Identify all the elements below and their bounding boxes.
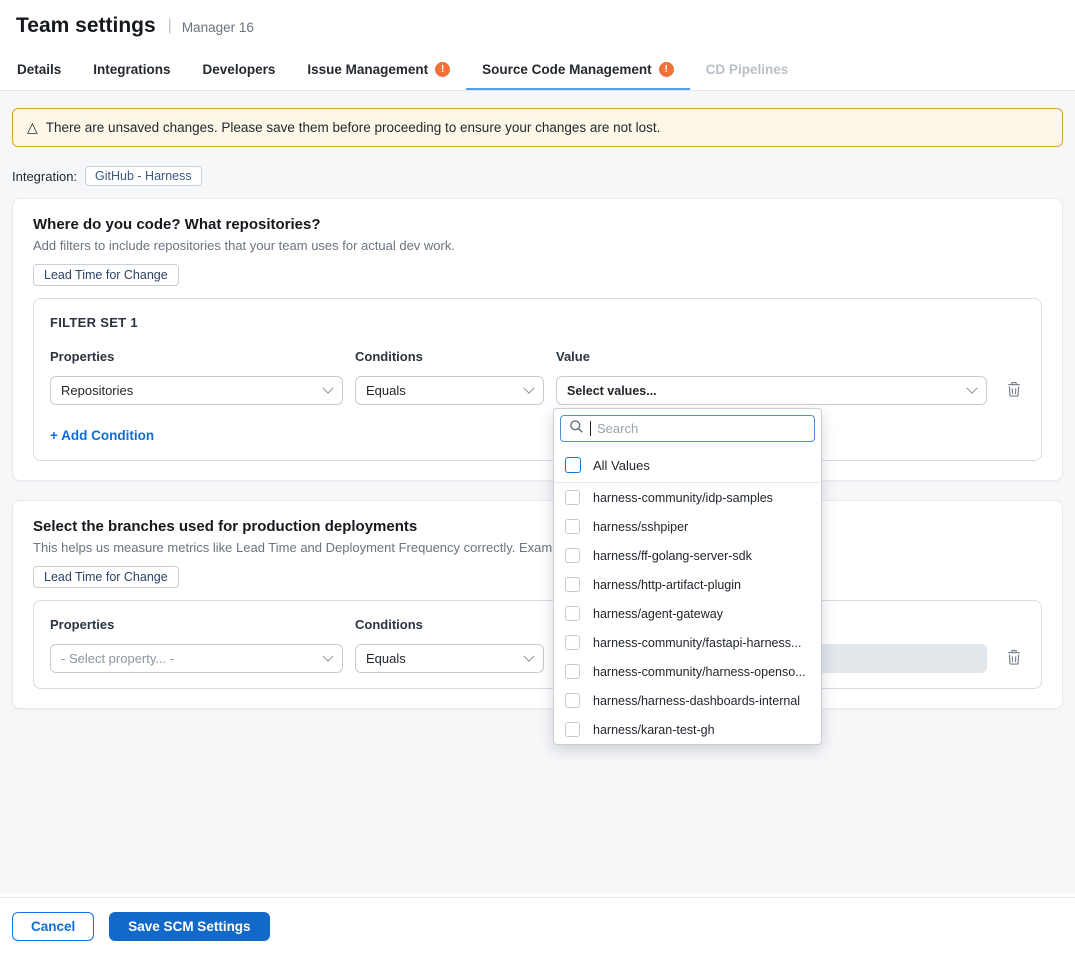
filter-column-headers: Properties Conditions — [50, 617, 1025, 632]
cancel-button[interactable]: Cancel — [12, 912, 94, 941]
title-separator: | — [168, 17, 172, 35]
checkbox-icon[interactable] — [565, 635, 580, 650]
chevron-down-icon — [322, 650, 333, 661]
properties-header: Properties — [50, 617, 343, 632]
filter-column-headers: Properties Conditions Value — [50, 349, 1025, 364]
checkbox-icon[interactable] — [565, 606, 580, 621]
all-values-option[interactable]: All Values — [554, 448, 821, 483]
repositories-card-title: Where do you code? What repositories? — [33, 216, 1042, 233]
repositories-card: Where do you code? What repositories? Ad… — [12, 198, 1063, 481]
lead-time-tag: Lead Time for Change — [33, 566, 179, 588]
banner-text: There are unsaved changes. Please save t… — [46, 120, 661, 135]
dropdown-option[interactable]: harness/karan-test-gh — [554, 715, 821, 744]
dropdown-option[interactable]: harness-community/fastapi-harness... — [554, 628, 821, 657]
chevron-down-icon — [322, 382, 333, 393]
dropdown-option[interactable]: harness/ff-golang-server-sdk — [554, 541, 821, 570]
checkbox-icon[interactable] — [565, 722, 580, 737]
lead-time-tag: Lead Time for Change — [33, 264, 179, 286]
tab-source-code-management[interactable]: Source Code Management ! — [466, 50, 690, 90]
unsaved-changes-banner: △️‍ There are unsaved changes. Please sa… — [12, 108, 1063, 147]
page-header: Team settings | Manager 16 — [0, 0, 1075, 50]
conditions-header: Conditions — [355, 617, 544, 632]
text-caret — [590, 421, 591, 436]
page-title: Team settings — [16, 14, 156, 38]
values-dropdown-popup: All Values harness-community/idp-samples… — [553, 408, 822, 745]
filter-row: - Select property... - Equals — [50, 644, 1025, 673]
delete-filter-button[interactable] — [1006, 376, 1022, 405]
checkbox-icon[interactable] — [565, 664, 580, 679]
checkbox-icon[interactable] — [565, 577, 580, 592]
condition-select[interactable]: Equals — [355, 644, 544, 673]
page-subtitle: Manager 16 — [182, 17, 254, 35]
add-condition-link[interactable]: + Add Condition — [50, 428, 154, 443]
dropdown-option[interactable]: harness/harness-dashboards-internal — [554, 686, 821, 715]
property-select[interactable]: - Select property... - — [50, 644, 343, 673]
checkbox-icon[interactable] — [565, 519, 580, 534]
value-header: Value — [556, 349, 987, 364]
trash-icon — [1006, 649, 1022, 669]
dropdown-option[interactable]: harness-community/idp-samples — [554, 483, 821, 512]
checkbox-icon[interactable] — [565, 693, 580, 708]
tab-issue-management[interactable]: Issue Management ! — [291, 50, 466, 90]
filter-set-panel: FILTER SET 1 Properties Conditions Value… — [33, 298, 1042, 461]
chevron-down-icon — [966, 382, 977, 393]
warning-badge-icon: ! — [659, 62, 674, 77]
dropdown-option[interactable]: harness-community/harness-openso... — [554, 657, 821, 686]
checkbox-icon[interactable] — [565, 548, 580, 563]
dropdown-option[interactable]: harness/sshpiper — [554, 512, 821, 541]
tab-details[interactable]: Details — [1, 50, 77, 90]
value-multiselect[interactable]: Select values... — [556, 376, 987, 405]
warning-badge-icon: ! — [435, 62, 450, 77]
branches-card: Select the branches used for production … — [12, 500, 1063, 709]
tab-cd-pipelines: CD Pipelines — [690, 50, 805, 90]
dropdown-option[interactable]: harness/http-artifact-plugin — [554, 570, 821, 599]
branches-filter-panel: Properties Conditions - Select property.… — [33, 600, 1042, 689]
properties-header: Properties — [50, 349, 343, 364]
dropdown-search[interactable] — [560, 415, 815, 442]
tab-integrations[interactable]: Integrations — [77, 50, 186, 90]
property-select[interactable]: Repositories — [50, 376, 343, 405]
integration-row: Integration: GitHub - Harness — [12, 166, 1063, 186]
repositories-card-subtitle: Add filters to include repositories that… — [33, 238, 1042, 253]
trash-icon — [1006, 381, 1022, 401]
dropdown-option[interactable]: harness/… — [554, 744, 821, 745]
dropdown-option[interactable]: harness/agent-gateway — [554, 599, 821, 628]
filter-row: Repositories Equals Select values... — [50, 376, 1025, 405]
footer-bar: Cancel Save SCM Settings — [0, 897, 1075, 954]
integration-label: Integration: — [12, 169, 77, 184]
tab-bar: Details Integrations Developers Issue Ma… — [0, 50, 1075, 91]
warning-triangle-icon: △️‍ — [27, 119, 38, 136]
chevron-down-icon — [523, 382, 534, 393]
delete-filter-button[interactable] — [1006, 644, 1022, 673]
checkbox-icon[interactable] — [565, 490, 580, 505]
conditions-header: Conditions — [355, 349, 544, 364]
search-input[interactable] — [597, 421, 806, 436]
integration-chip[interactable]: GitHub - Harness — [85, 166, 202, 186]
checkbox-icon[interactable] — [565, 457, 581, 473]
condition-select[interactable]: Equals — [355, 376, 544, 405]
branches-card-title: Select the branches used for production … — [33, 518, 1042, 535]
search-icon — [569, 419, 584, 439]
save-scm-settings-button[interactable]: Save SCM Settings — [109, 912, 269, 941]
tab-developers[interactable]: Developers — [187, 50, 292, 90]
filter-set-title: FILTER SET 1 — [50, 315, 1025, 330]
main-content: △️‍ There are unsaved changes. Please sa… — [0, 91, 1075, 893]
branches-card-subtitle: This helps us measure metrics like Lead … — [33, 540, 1042, 555]
chevron-down-icon — [523, 650, 534, 661]
